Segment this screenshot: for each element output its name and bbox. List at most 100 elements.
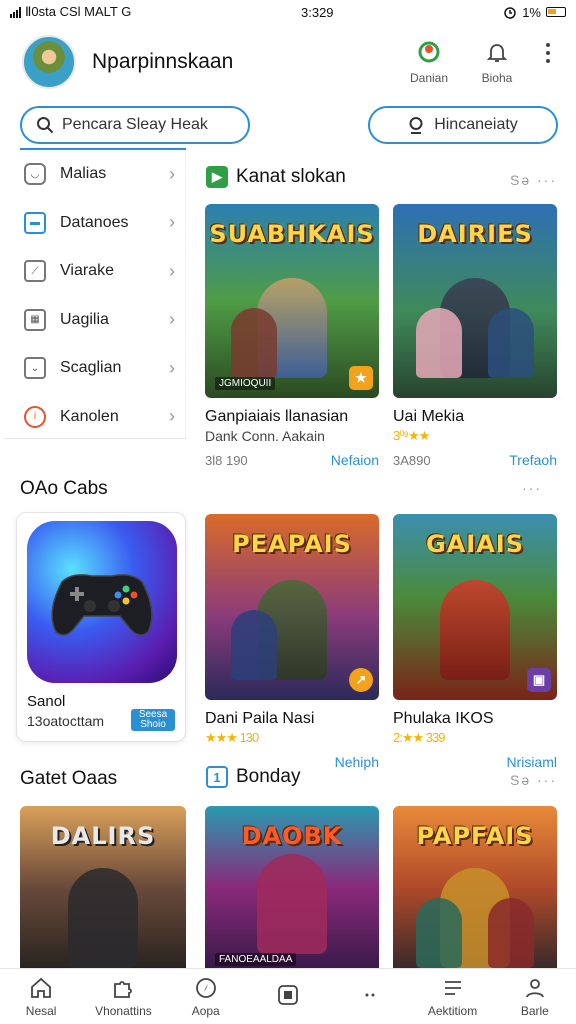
nav-item-dots[interactable] — [329, 969, 411, 1024]
sidebar-item-label: Uagilia — [60, 310, 109, 328]
status-bar: Ⅱ0sta CSl MALT G 3:329 1% — [0, 0, 576, 24]
game-card[interactable]: DAIRIES Uai Mekia 3⁰⁹★★ 3A890 Trefaoh — [393, 204, 557, 468]
card-link[interactable]: Nrisiaml — [506, 754, 557, 770]
section-title-text: Kanat slokan — [236, 166, 346, 187]
card-footer: 3A890 Trefaoh — [393, 452, 557, 468]
more-dots[interactable]: Sə ··· — [510, 772, 557, 788]
sidebar-item-label: Scaglian — [60, 359, 122, 377]
sidebar-item-kanolen[interactable]: i Kanolen › — [4, 393, 185, 442]
nav-label: Barle — [520, 1003, 549, 1018]
filter-button[interactable]: Hincaneiaty — [368, 106, 558, 144]
download-count: 3l8 190 — [205, 452, 248, 468]
signal-icon — [10, 6, 21, 18]
nav-label: Aopa — [191, 1003, 220, 1018]
hero-figure — [415, 898, 462, 968]
alarm-icon — [504, 7, 516, 19]
header-action-label: Danian — [409, 71, 449, 85]
download-count: 3A890 — [393, 452, 431, 468]
card-link[interactable]: Nefaion — [331, 452, 379, 468]
game-art-title: DAIRIES — [417, 220, 533, 248]
avatar[interactable] — [22, 35, 76, 89]
sidebar-item-uagilia[interactable]: ▦ Uagilia › — [4, 296, 185, 345]
game-card[interactable]: PAPFAIS — [393, 806, 557, 968]
hero-figure — [230, 610, 277, 680]
game-name: Dani Paila Nasi — [205, 710, 315, 727]
nav-item-aopa[interactable]: Aopa — [165, 969, 247, 1024]
game-developer: Dank Conn. Aakain — [205, 428, 325, 444]
bookmark-icon: ▶ — [206, 166, 228, 188]
rating-stars: 2:★★ 339 — [393, 730, 445, 745]
sidebar-item-scaglian[interactable]: ⌄ Scaglian › — [4, 344, 185, 393]
game-thumbnail: PAPFAIS — [393, 806, 557, 968]
app-header: Nparpinnskaan Danian Bioha — [0, 24, 576, 100]
game-card[interactable]: GAIAIS ▣ Phulaka IKOS 2:★★ 339 Nrisiaml — [393, 514, 557, 770]
search-input[interactable]: Pencara Sleay Heak — [20, 106, 250, 144]
sidebar-item-datanoes[interactable]: ▬ Datanoes › — [4, 199, 185, 248]
more-dots[interactable]: Sə ··· — [510, 172, 557, 188]
game-art-sub: JGMIOQUII — [215, 377, 276, 390]
square-icon — [278, 984, 298, 1005]
rating-stars: 3⁰⁹★★ — [393, 428, 430, 443]
nav-label: Aektitiom — [427, 1003, 478, 1018]
game-art-title: SUABHKAIS — [209, 220, 375, 248]
dots-icon — [365, 993, 375, 996]
inbox-icon: ◡ — [24, 163, 46, 186]
section-title-oao: OAo Cabs — [20, 478, 108, 500]
game-card[interactable]: PEAPAIS ↗ Dani Paila Nasi ★★★ 130 Nehiph — [205, 514, 379, 770]
nav-item-nesal[interactable]: Nesal — [0, 969, 82, 1024]
nav-label: Vhonattins — [95, 1003, 152, 1018]
sidebar-item-label: Kanolen — [60, 407, 119, 425]
search-icon — [37, 117, 54, 134]
more-menu-icon[interactable] — [538, 43, 558, 81]
game-card[interactable]: DALIRS — [20, 806, 186, 968]
header-action-danian[interactable]: Danian — [400, 39, 458, 85]
section-title-recommended: ▶ Kanat slokan — [206, 166, 346, 188]
sidebar-divider — [4, 438, 186, 439]
puzzle-icon — [114, 980, 133, 998]
featured-action-button[interactable]: Seesa Shoio — [131, 709, 175, 731]
status-time: 3:329 — [301, 4, 334, 20]
person-icon — [525, 978, 544, 997]
header-action-bioha[interactable]: Bioha — [468, 39, 526, 85]
chevron-right-icon: › — [169, 163, 175, 184]
page-title: Nparpinnskaan — [92, 50, 234, 73]
bell-icon — [486, 44, 508, 62]
hero-figure — [415, 308, 462, 378]
nav-item-vhonattins[interactable]: Vhonattins — [82, 969, 164, 1024]
game-thumbnail: PEAPAIS ↗ — [205, 514, 379, 700]
game-art-sub: FANOEAALDAA — [215, 953, 297, 966]
hero-figure — [440, 580, 510, 680]
nav-item-aektitiom[interactable]: Aektitiom — [411, 969, 493, 1024]
game-badge-icon: ↗ — [349, 668, 373, 692]
featured-name: Sanol — [27, 693, 66, 710]
hero-figure — [488, 308, 535, 378]
chevron-right-icon: › — [169, 357, 175, 378]
status-right: 1% — [503, 5, 566, 20]
game-card[interactable]: DAOBK FANOEAALDAA — [205, 806, 379, 968]
featured-sub: 13oatocttam — [27, 713, 105, 729]
section-title-text: Bonday — [236, 766, 301, 787]
status-text: Ⅱ0sta CSl MALT G — [25, 4, 132, 19]
hero-figure — [230, 308, 277, 378]
nav-item-barle[interactable]: Barle — [494, 969, 576, 1024]
sidebar-item-malias[interactable]: ◡ Malias › — [4, 150, 185, 199]
nav-item-square[interactable] — [247, 969, 329, 1024]
nav-label: Nesal — [25, 1003, 57, 1018]
game-badge-icon: ▣ — [527, 668, 551, 692]
game-thumbnail: DAIRIES — [393, 204, 557, 398]
game-thumbnail: DALIRS — [20, 806, 186, 968]
card-link[interactable]: Trefaoh — [509, 452, 557, 468]
number-one-icon: 1 — [206, 766, 228, 788]
featured-game-card[interactable]: Sanol 13oatocttam Seesa Shoio — [16, 512, 186, 742]
more-dots[interactable]: ··· — [522, 480, 542, 496]
section-title-text: OAo Cabs — [20, 478, 108, 499]
section-title-bonday: 1 Bonday — [206, 766, 300, 788]
card-link[interactable]: Nehiph — [335, 754, 379, 770]
game-art-title: PEAPAIS — [232, 530, 352, 558]
section-title-gatet: Gatet Oaas — [20, 768, 117, 790]
battery-icon — [546, 7, 566, 17]
game-card[interactable]: SUABHKAIS JGMIOQUII ★ Ganpiaiais llanasi… — [205, 204, 379, 468]
sidebar-item-viarake[interactable]: ⟋ Viarake › — [4, 247, 185, 296]
game-art-title: DAOBK — [241, 822, 343, 850]
game-thumbnail: SUABHKAIS JGMIOQUII ★ — [205, 204, 379, 398]
